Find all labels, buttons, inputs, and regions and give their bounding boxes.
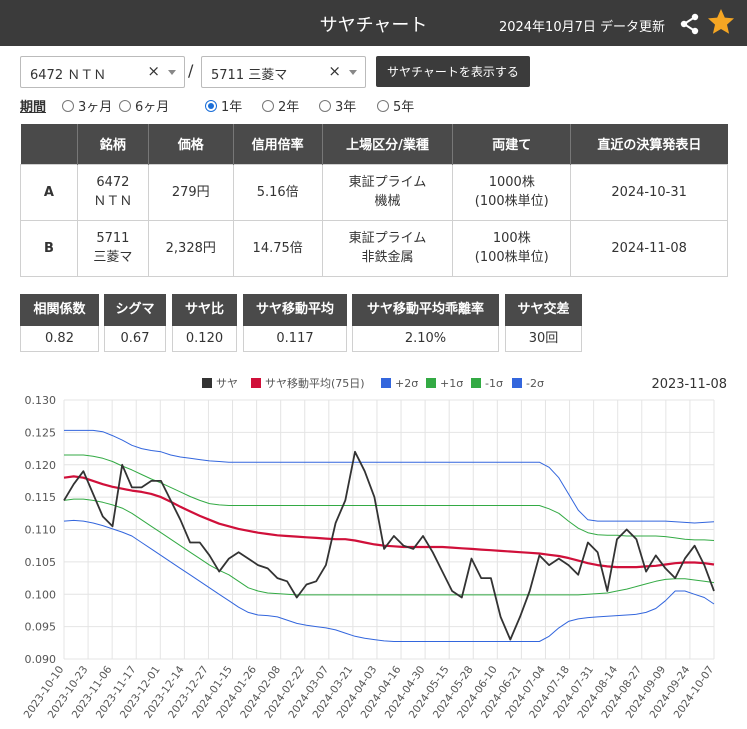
- legend-swatch: [512, 378, 522, 388]
- header-cell: 直近の決算発表日: [570, 124, 728, 164]
- period-option-1[interactable]: 3ヶ月: [62, 96, 112, 115]
- header-cell: 上場区分/業種: [322, 124, 454, 164]
- stat-crossings: サヤ交差 30回: [505, 294, 582, 352]
- stock-info-table: 銘柄 価格 信用倍率 上場区分/業種 両建て 直近の決算発表日 A 6472 ＮＴ…: [20, 124, 728, 277]
- market-cell: 東証プライム 非鉄金属: [321, 219, 454, 277]
- y-tick-label: 0.095: [25, 621, 57, 634]
- period-option-3[interactable]: 1年: [205, 96, 242, 115]
- y-tick-label: 0.110: [25, 524, 57, 537]
- radio-icon[interactable]: [62, 100, 74, 112]
- hedge-cell: 100株 (100株単位): [452, 219, 572, 277]
- margin-ratio-cell: 5.16倍: [232, 163, 323, 221]
- hedge-cell: 1000株 (100株単位): [452, 163, 572, 221]
- radio-icon[interactable]: [319, 100, 331, 112]
- period-option-label: 1年: [221, 100, 243, 115]
- stat-correlation: 相関係数 0.82: [20, 294, 99, 352]
- period-option-5[interactable]: 3年: [319, 96, 356, 115]
- header-cell: 信用倍率: [233, 124, 323, 164]
- price-cell: 279円: [147, 163, 234, 221]
- stock-b-select[interactable]: 5711 三菱マ ×: [201, 56, 366, 88]
- period-option-label: 5年: [393, 100, 415, 115]
- period-option-6[interactable]: 5年: [377, 96, 414, 115]
- y-tick-label: 0.115: [25, 491, 57, 504]
- table-row: A 6472 ＮＴＮ 279円 5.16倍 東証プライム 機械 1000株 (100株…: [20, 163, 728, 221]
- radio-icon[interactable]: [377, 100, 389, 112]
- spread-chart: 0.130 0.125 0.120 0.115 0.110 0.105 0.100 0.095…: [22, 376, 727, 721]
- header-cell: 価格: [148, 124, 234, 164]
- share-icon[interactable]: [679, 13, 701, 35]
- header-cell: 銘柄: [77, 124, 149, 164]
- radio-icon[interactable]: [205, 100, 217, 112]
- legend-swatch: [381, 378, 391, 388]
- margin-ratio-cell: 14.75倍: [232, 219, 323, 277]
- legend-label: サヤ移動平均(75日): [265, 376, 365, 390]
- y-tick-label: 0.090: [25, 653, 57, 666]
- series-line-2: [64, 429, 715, 524]
- legend-label: サヤ: [216, 377, 238, 390]
- show-chart-button[interactable]: サヤチャートを表示する: [376, 56, 530, 87]
- header-cell: 両建て: [452, 124, 572, 164]
- legend-swatch: [471, 378, 481, 388]
- period-option-4[interactable]: 2年: [262, 96, 299, 115]
- y-tick-label: 0.105: [25, 556, 57, 569]
- legend-label: +1σ: [440, 377, 463, 390]
- chevron-down-icon[interactable]: [349, 70, 357, 75]
- radio-icon[interactable]: [262, 100, 274, 112]
- y-tick-label: 0.125: [25, 426, 57, 439]
- header-cell: [20, 124, 78, 164]
- stock-b-value: 5711 三菱マ: [211, 68, 288, 83]
- period-label: 期間: [20, 100, 47, 115]
- clear-b-icon[interactable]: ×: [328, 62, 341, 80]
- header-bar: サヤチャート 2024年10月7日 データ更新: [0, 0, 747, 46]
- stock-a-value: 6472 ＮＴＮ: [30, 68, 107, 83]
- legend-swatch: [426, 378, 436, 388]
- stat-spread-ratio: サヤ比 0.120: [172, 294, 237, 352]
- price-cell: 2,328円: [147, 219, 234, 277]
- row-id: A: [20, 163, 78, 221]
- stock-name-cell: 6472 ＮＴＮ: [76, 163, 149, 221]
- stat-ma-deviation: サヤ移動平均乖離率 2.10%: [352, 294, 499, 352]
- legend-swatch: [251, 378, 261, 388]
- y-tick-label: 0.120: [25, 459, 57, 472]
- chart-date-annotation: 2023-11-08: [651, 377, 727, 392]
- period-option-label: 6ヶ月: [135, 100, 170, 115]
- selector-separator: /: [188, 61, 194, 80]
- series-line-1: [63, 475, 715, 569]
- legend-label: -2σ: [526, 377, 544, 390]
- market-cell: 東証プライム 機械: [321, 163, 454, 221]
- earnings-date-cell: 2024-11-08: [570, 219, 728, 277]
- period-option-label: 3年: [335, 100, 357, 115]
- stat-spread-ma: サヤ移動平均 0.117: [243, 294, 347, 352]
- chevron-down-icon[interactable]: [168, 70, 176, 75]
- legend-swatch: [202, 378, 212, 388]
- period-option-label: 3ヶ月: [78, 100, 113, 115]
- legend-label: -1σ: [485, 377, 503, 390]
- favorite-star-icon[interactable]: [707, 8, 735, 36]
- table-row: B 5711 三菱マ 2,328円 14.75倍 東証プライム 非鉄金属 100株(…: [20, 219, 728, 277]
- row-id: B: [20, 219, 78, 277]
- period-option-label: 2年: [278, 100, 300, 115]
- radio-icon[interactable]: [119, 100, 131, 112]
- legend-label: +2σ: [395, 377, 418, 390]
- y-tick-label: 0.100: [25, 588, 57, 601]
- earnings-date-cell: 2024-10-31: [570, 163, 728, 221]
- stock-a-select[interactable]: 6472 ＮＴＮ ×: [20, 56, 185, 88]
- data-updated-date: 2024年10月7日 データ更新: [498, 20, 665, 35]
- stat-sigma: シグマ 0.67: [104, 294, 166, 352]
- y-tick-label: 0.130: [25, 394, 57, 407]
- stock-name-cell: 5711 三菱マ: [76, 219, 149, 277]
- period-option-2[interactable]: 6ヶ月: [119, 96, 169, 115]
- clear-a-icon[interactable]: ×: [147, 62, 160, 80]
